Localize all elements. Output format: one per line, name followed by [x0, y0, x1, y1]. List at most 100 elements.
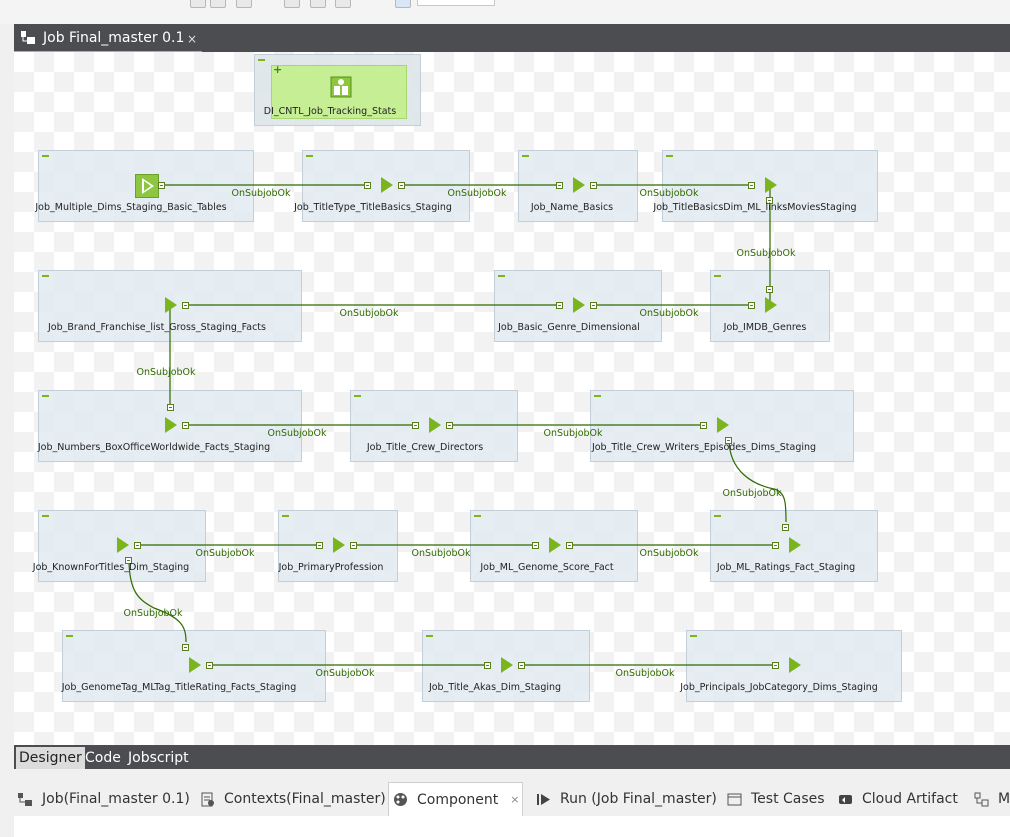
tab-label: Contexts(Final_master) — [224, 791, 386, 807]
component-label: Job_GenomeTag_MLTag_TitleRating_Facts_St… — [61, 682, 297, 693]
toolbar-button[interactable] — [210, 0, 226, 8]
run-job-icon[interactable] — [164, 296, 178, 314]
job-designer-icon — [20, 30, 36, 46]
component-label: Job_Numbers_BoxOfficeWorldwide_Facts_Sta… — [37, 442, 271, 453]
output-port[interactable] — [134, 542, 141, 549]
tab-run[interactable]: Run (Job Final_master) — [536, 782, 717, 816]
input-port[interactable] — [316, 542, 323, 549]
run-job-icon[interactable] — [188, 656, 202, 674]
link-label[interactable]: OnSubjobOk — [195, 548, 254, 559]
tab-jobscript[interactable]: Jobscript — [125, 747, 192, 769]
designer-canvas[interactable]: + DI_CNTL_Job_Tracking_Stats OnSubjobOk … — [14, 52, 1010, 745]
component-label: Job_Title_Crew_Writers_Episodes_Dims_Sta… — [591, 442, 817, 453]
run-job-icon[interactable] — [116, 536, 130, 554]
run-job-icon[interactable] — [572, 296, 586, 314]
output-port[interactable] — [590, 302, 597, 309]
run-job-icon[interactable] — [548, 536, 562, 554]
input-port[interactable] — [772, 542, 779, 549]
link-label[interactable]: OnSubjobOk — [339, 308, 398, 319]
link-label[interactable]: OnSubjobOk — [231, 188, 290, 199]
link-label[interactable]: OnSubjobOk — [736, 248, 795, 259]
toolbar-button[interactable] — [190, 0, 206, 8]
tab-job-view[interactable]: Job(Final_master 0.1) — [18, 782, 190, 816]
output-port[interactable] — [158, 182, 165, 189]
tab-label: Cloud Artifact — [862, 791, 958, 807]
modules-icon — [974, 792, 989, 807]
input-port[interactable] — [766, 286, 773, 293]
input-port[interactable] — [532, 542, 539, 549]
contexts-icon — [200, 792, 215, 807]
component-label: Job_ML_Genome_Score_Fact — [480, 562, 614, 573]
run-job-icon[interactable] — [164, 416, 178, 434]
tab-component[interactable]: Component × — [388, 782, 523, 816]
run-job-icon[interactable] — [788, 656, 802, 674]
link-label[interactable]: OnSubjobOk — [447, 188, 506, 199]
link-label[interactable]: OnSubjobOk — [315, 668, 374, 679]
input-port[interactable] — [772, 662, 779, 669]
tab-cloud-artifact[interactable]: Cloud Artifact — [838, 782, 958, 816]
link-label[interactable]: OnSubjobOk — [615, 668, 674, 679]
tab-designer[interactable]: Designer — [16, 747, 85, 769]
run-job-icon[interactable] — [428, 416, 442, 434]
output-port[interactable] — [446, 422, 453, 429]
link-label[interactable]: OnSubjobOk — [123, 608, 182, 619]
input-port[interactable] — [556, 302, 563, 309]
component-label: Job_ML_Ratings_Fact_Staging — [716, 562, 856, 573]
tab-label: Run (Job Final_master) — [560, 791, 717, 807]
run-job-icon[interactable] — [380, 176, 394, 194]
run-job-icon[interactable] — [500, 656, 514, 674]
link-label[interactable]: OnSubjobOk — [639, 308, 698, 319]
component-label: Job_Title_Akas_Dim_Staging — [428, 682, 562, 693]
run-job-icon[interactable] — [332, 536, 346, 554]
input-port[interactable] — [167, 404, 174, 411]
link-label[interactable]: OnSubjobOk — [411, 548, 470, 559]
output-port[interactable] — [398, 182, 405, 189]
input-port[interactable] — [700, 422, 707, 429]
tab-modules[interactable]: M — [974, 782, 1010, 816]
toolbar-button[interactable] — [335, 0, 351, 8]
toolbar-button[interactable] — [236, 0, 252, 8]
link-label[interactable]: OnSubjobOk — [136, 367, 195, 378]
output-port[interactable] — [206, 662, 213, 669]
input-port[interactable] — [748, 182, 755, 189]
close-icon[interactable]: × — [187, 32, 197, 46]
close-icon[interactable]: × — [510, 793, 519, 806]
output-port[interactable] — [590, 182, 597, 189]
run-job-icon[interactable] — [716, 416, 730, 434]
component-icon — [393, 792, 408, 807]
tab-contexts[interactable]: Contexts(Final_master) — [200, 782, 386, 816]
toolbar-zoom-input[interactable] — [417, 0, 495, 6]
link-label[interactable]: OnSubjobOk — [267, 428, 326, 439]
input-port[interactable] — [412, 422, 419, 429]
output-port[interactable] — [182, 302, 189, 309]
tab-test-cases[interactable]: Test Cases — [727, 782, 825, 816]
link-label[interactable]: OnSubjobOk — [543, 428, 602, 439]
link-label[interactable]: OnSubjobOk — [639, 548, 698, 559]
toolbar-button[interactable] — [310, 0, 326, 8]
output-port[interactable] — [566, 542, 573, 549]
input-port[interactable] — [748, 302, 755, 309]
subjob-links — [128, 184, 787, 666]
component-label: Job_TitleType_TitleBasics_Staging — [294, 202, 452, 213]
output-port[interactable] — [350, 542, 357, 549]
link-label[interactable]: OnSubjobOk — [722, 488, 781, 499]
tab-code[interactable]: Code — [82, 747, 124, 769]
run-job-icon[interactable] — [764, 296, 778, 314]
tab-label: Component — [417, 791, 499, 808]
run-job-icon[interactable] — [572, 176, 586, 194]
tab-job-final-master[interactable]: Job Final_master 0.1 × — [14, 24, 202, 54]
component-label: Job_Name_Basics — [530, 202, 614, 213]
input-port[interactable] — [484, 662, 491, 669]
output-port[interactable] — [518, 662, 525, 669]
start-component-icon[interactable] — [135, 174, 159, 198]
input-port[interactable] — [182, 644, 189, 651]
input-port[interactable] — [782, 524, 789, 531]
input-port[interactable] — [556, 182, 563, 189]
input-port[interactable] — [364, 182, 371, 189]
link-label[interactable]: OnSubjobOk — [639, 188, 698, 199]
toolbar-button[interactable] — [395, 0, 411, 8]
output-port[interactable] — [182, 422, 189, 429]
run-job-icon[interactable] — [764, 176, 778, 194]
toolbar-button[interactable] — [284, 0, 300, 8]
run-job-icon[interactable] — [788, 536, 802, 554]
